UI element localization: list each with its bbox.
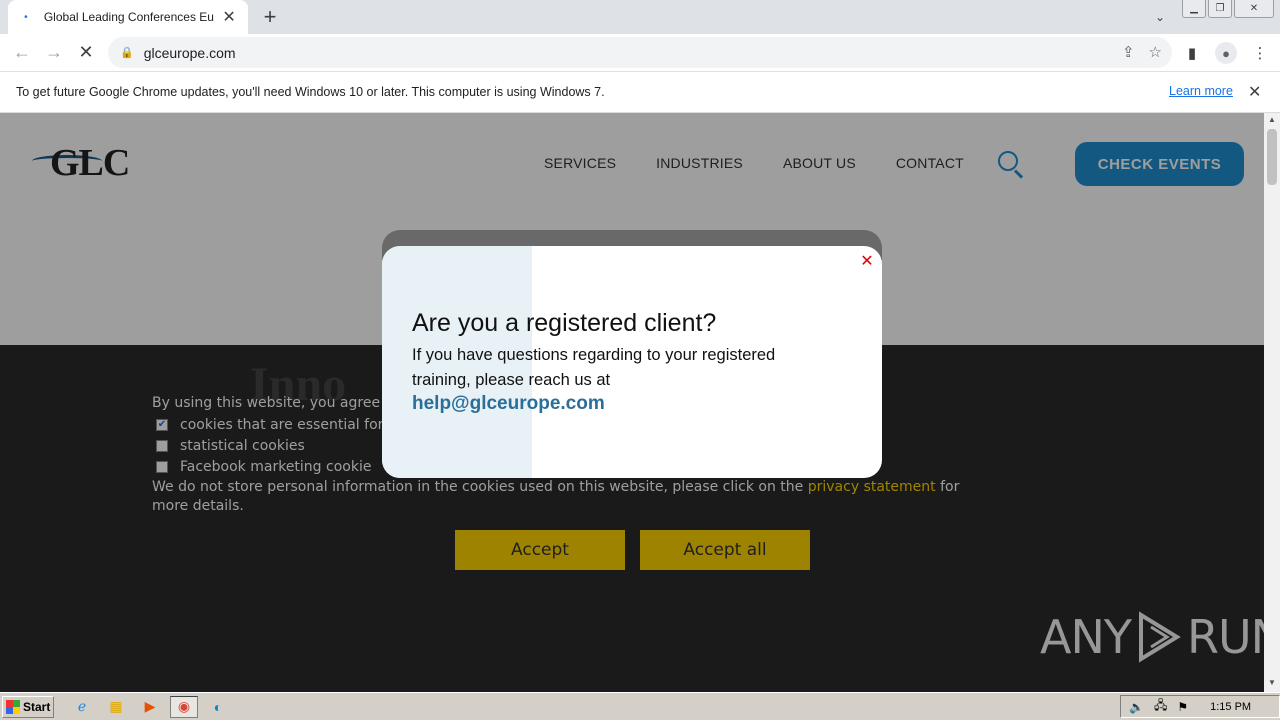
scroll-down-arrow-icon[interactable]: ▼ — [1264, 678, 1280, 690]
lock-icon[interactable]: 🔒 — [120, 46, 134, 59]
network-icon[interactable]: 🖧 — [1154, 696, 1167, 717]
scroll-up-arrow-icon[interactable]: ▲ — [1264, 115, 1280, 127]
clock[interactable]: 1:15 PM — [1210, 701, 1251, 713]
bookmark-star-icon[interactable]: ☆ — [1149, 43, 1162, 61]
anyrun-watermark: ANY RUN — [1040, 610, 1264, 664]
menu-kebab-icon[interactable]: ⋮ — [1248, 38, 1272, 68]
windows-flag-icon — [6, 699, 20, 714]
window-controls: ▁ ❐ ✕ — [1182, 0, 1274, 18]
tab-search-chevron-icon[interactable]: ⌄ — [1150, 8, 1170, 26]
back-arrow-icon[interactable]: ← — [6, 37, 38, 69]
loading-favicon-icon: • — [24, 11, 28, 23]
close-window-button[interactable]: ✕ — [1234, 0, 1274, 18]
modal-close-icon[interactable]: ✕ — [860, 254, 874, 270]
infobar-message: To get future Google Chrome updates, you… — [16, 85, 605, 99]
edge-icon[interactable]: ◐ — [204, 696, 232, 718]
avatar: ● — [1215, 42, 1237, 64]
folder-icon[interactable]: ▦ — [102, 696, 130, 718]
address-bar[interactable]: 🔒 glceurope.com ⇪ ☆ — [108, 37, 1172, 68]
stop-loading-icon[interactable]: ✕ — [70, 37, 102, 69]
media-player-icon[interactable]: ▶ — [136, 696, 164, 718]
new-tab-button[interactable]: + — [258, 6, 282, 28]
profile-icon[interactable]: ● — [1214, 38, 1238, 68]
tab-close-icon[interactable]: ✕ — [220, 8, 238, 26]
share-icon[interactable]: ⇪ — [1122, 43, 1135, 61]
minimize-button[interactable]: ▁ — [1182, 0, 1206, 18]
page-scrollbar[interactable]: ▲ ▼ — [1264, 113, 1280, 692]
system-tray: 🔈 🖧 ⚑ 1:15 PM — [1120, 695, 1280, 718]
browser-tab[interactable]: • Global Leading Conferences Europe ✕ — [8, 0, 248, 34]
play-triangle-icon — [1138, 611, 1181, 663]
web-page: GLC SERVICES INDUSTRIES ABOUT US CONTACT… — [0, 113, 1264, 692]
start-label: Start — [23, 699, 51, 714]
tab-title: Global Leading Conferences Europe — [43, 10, 214, 24]
action-center-flag-icon[interactable]: ⚑ — [1177, 700, 1188, 714]
support-email-link[interactable]: help@glceurope.com — [412, 393, 605, 415]
start-button[interactable]: Start — [2, 695, 54, 718]
scroll-thumb[interactable] — [1267, 129, 1277, 185]
infobar-close-icon[interactable]: ✕ — [1248, 82, 1261, 102]
chrome-icon[interactable]: ◉ — [170, 695, 198, 718]
volume-icon[interactable]: 🔈 — [1129, 700, 1144, 714]
tab-strip: • Global Leading Conferences Europe ✕ + … — [0, 0, 1280, 34]
update-infobar: To get future Google Chrome updates, you… — [0, 72, 1280, 113]
side-panel-icon[interactable]: ▮ — [1180, 38, 1204, 68]
watermark-right: RUN — [1186, 610, 1264, 664]
registered-client-modal: ✕ Are you a registered client? If you ha… — [382, 246, 882, 478]
modal-text: If you have questions regarding to your … — [412, 346, 776, 389]
url-text: glceurope.com — [143, 44, 236, 61]
restore-button[interactable]: ❐ — [1208, 0, 1232, 18]
modal-title: Are you a registered client? — [412, 309, 717, 337]
watermark-left: ANY — [1040, 610, 1132, 664]
browser-toolbar: ← → ✕ 🔒 glceurope.com ⇪ ☆ ▮ ● ⋮ — [0, 34, 1280, 72]
ie-icon[interactable]: ℯ — [68, 696, 96, 718]
learn-more-link[interactable]: Learn more — [1169, 84, 1233, 98]
windows-taskbar: Start ℯ ▦ ▶ ◉ ◐ 🔈 🖧 ⚑ 1:15 PM — [0, 692, 1280, 720]
forward-arrow-icon[interactable]: → — [38, 37, 70, 69]
